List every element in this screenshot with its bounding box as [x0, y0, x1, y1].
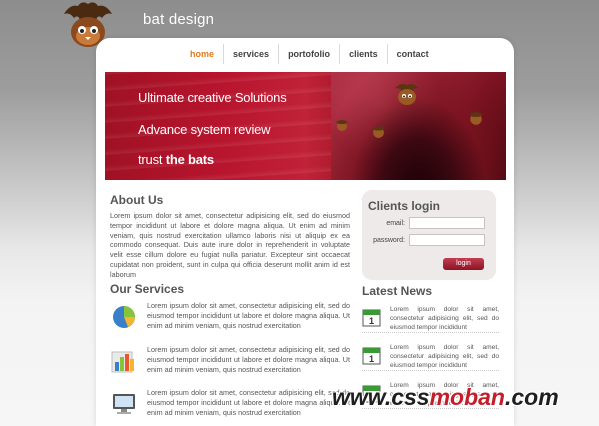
- password-input[interactable]: [409, 234, 485, 246]
- banner-line-3-prefix: trust: [138, 152, 166, 167]
- news-text: Lorem ipsum dolor sit amet, consectetur …: [390, 306, 499, 331]
- bat-icon: [469, 112, 483, 125]
- news-text: Lorem ipsum dolor sit amet, consectetur …: [390, 344, 499, 369]
- bat-icon: [372, 126, 385, 138]
- login-button[interactable]: login: [443, 258, 484, 270]
- bar-chart-icon: [111, 351, 134, 373]
- brand-name[interactable]: bat design: [143, 11, 214, 28]
- email-label: email:: [386, 220, 405, 227]
- news-title: Latest News: [362, 284, 433, 298]
- service-text: Lorem ipsum dolor sit amet, consectetur …: [147, 301, 350, 330]
- monitor-icon: [113, 394, 135, 414]
- news-item[interactable]: 1 Lorem ipsum dolor sit amet, consectetu…: [362, 305, 499, 333]
- nav-item-portofolio[interactable]: portofolio: [278, 44, 339, 64]
- calendar-day: 1: [369, 354, 374, 364]
- service-item: Lorem ipsum dolor sit amet, consectetur …: [110, 388, 350, 426]
- about-text: Lorem ipsum dolor sit amet, consectetur …: [110, 211, 350, 279]
- watermark-part-2: moban: [429, 384, 505, 410]
- banner-line-3: trust the bats: [138, 152, 214, 167]
- pie-chart-icon: [113, 306, 135, 328]
- service-text: Lorem ipsum dolor sit amet, consectetur …: [147, 345, 350, 374]
- watermark: www.cssmoban.com: [332, 384, 559, 411]
- nav-item-contact[interactable]: contact: [386, 44, 438, 64]
- banner-line-1: Ultimate creative Solutions: [138, 90, 287, 105]
- nav-item-clients[interactable]: clients: [339, 44, 387, 64]
- service-item: Lorem ipsum dolor sit amet, consectetur …: [110, 301, 350, 341]
- calendar-icon: 1: [362, 347, 381, 365]
- watermark-part-1: www.css: [332, 384, 430, 410]
- main-nav: home services portofolio clients contact: [181, 44, 438, 64]
- calendar-icon: 1: [362, 309, 381, 327]
- service-item: Lorem ipsum dolor sit amet, consectetur …: [110, 345, 350, 385]
- about-title: About Us: [110, 193, 164, 207]
- nav-item-home[interactable]: home: [181, 44, 223, 64]
- bat-icon: [336, 120, 348, 131]
- news-item[interactable]: 1 Lorem ipsum dolor sit amet, consectetu…: [362, 343, 499, 371]
- email-input[interactable]: [409, 217, 485, 229]
- clients-login-box: Clients login email: password: login: [362, 190, 496, 280]
- services-title: Our Services: [110, 282, 185, 296]
- service-text: Lorem ipsum dolor sit amet, consectetur …: [147, 388, 350, 417]
- watermark-part-3: .com: [504, 384, 559, 410]
- calendar-day: 1: [369, 316, 374, 326]
- login-title: Clients login: [368, 199, 440, 213]
- nav-item-services[interactable]: services: [223, 44, 278, 64]
- banner-line-3-bold: the bats: [165, 152, 214, 167]
- bat-icon: [395, 84, 419, 105]
- hero-banner: Ultimate creative Solutions Advance syst…: [105, 72, 506, 180]
- banner-line-2: Advance system review: [138, 122, 271, 137]
- password-label: password:: [373, 237, 405, 244]
